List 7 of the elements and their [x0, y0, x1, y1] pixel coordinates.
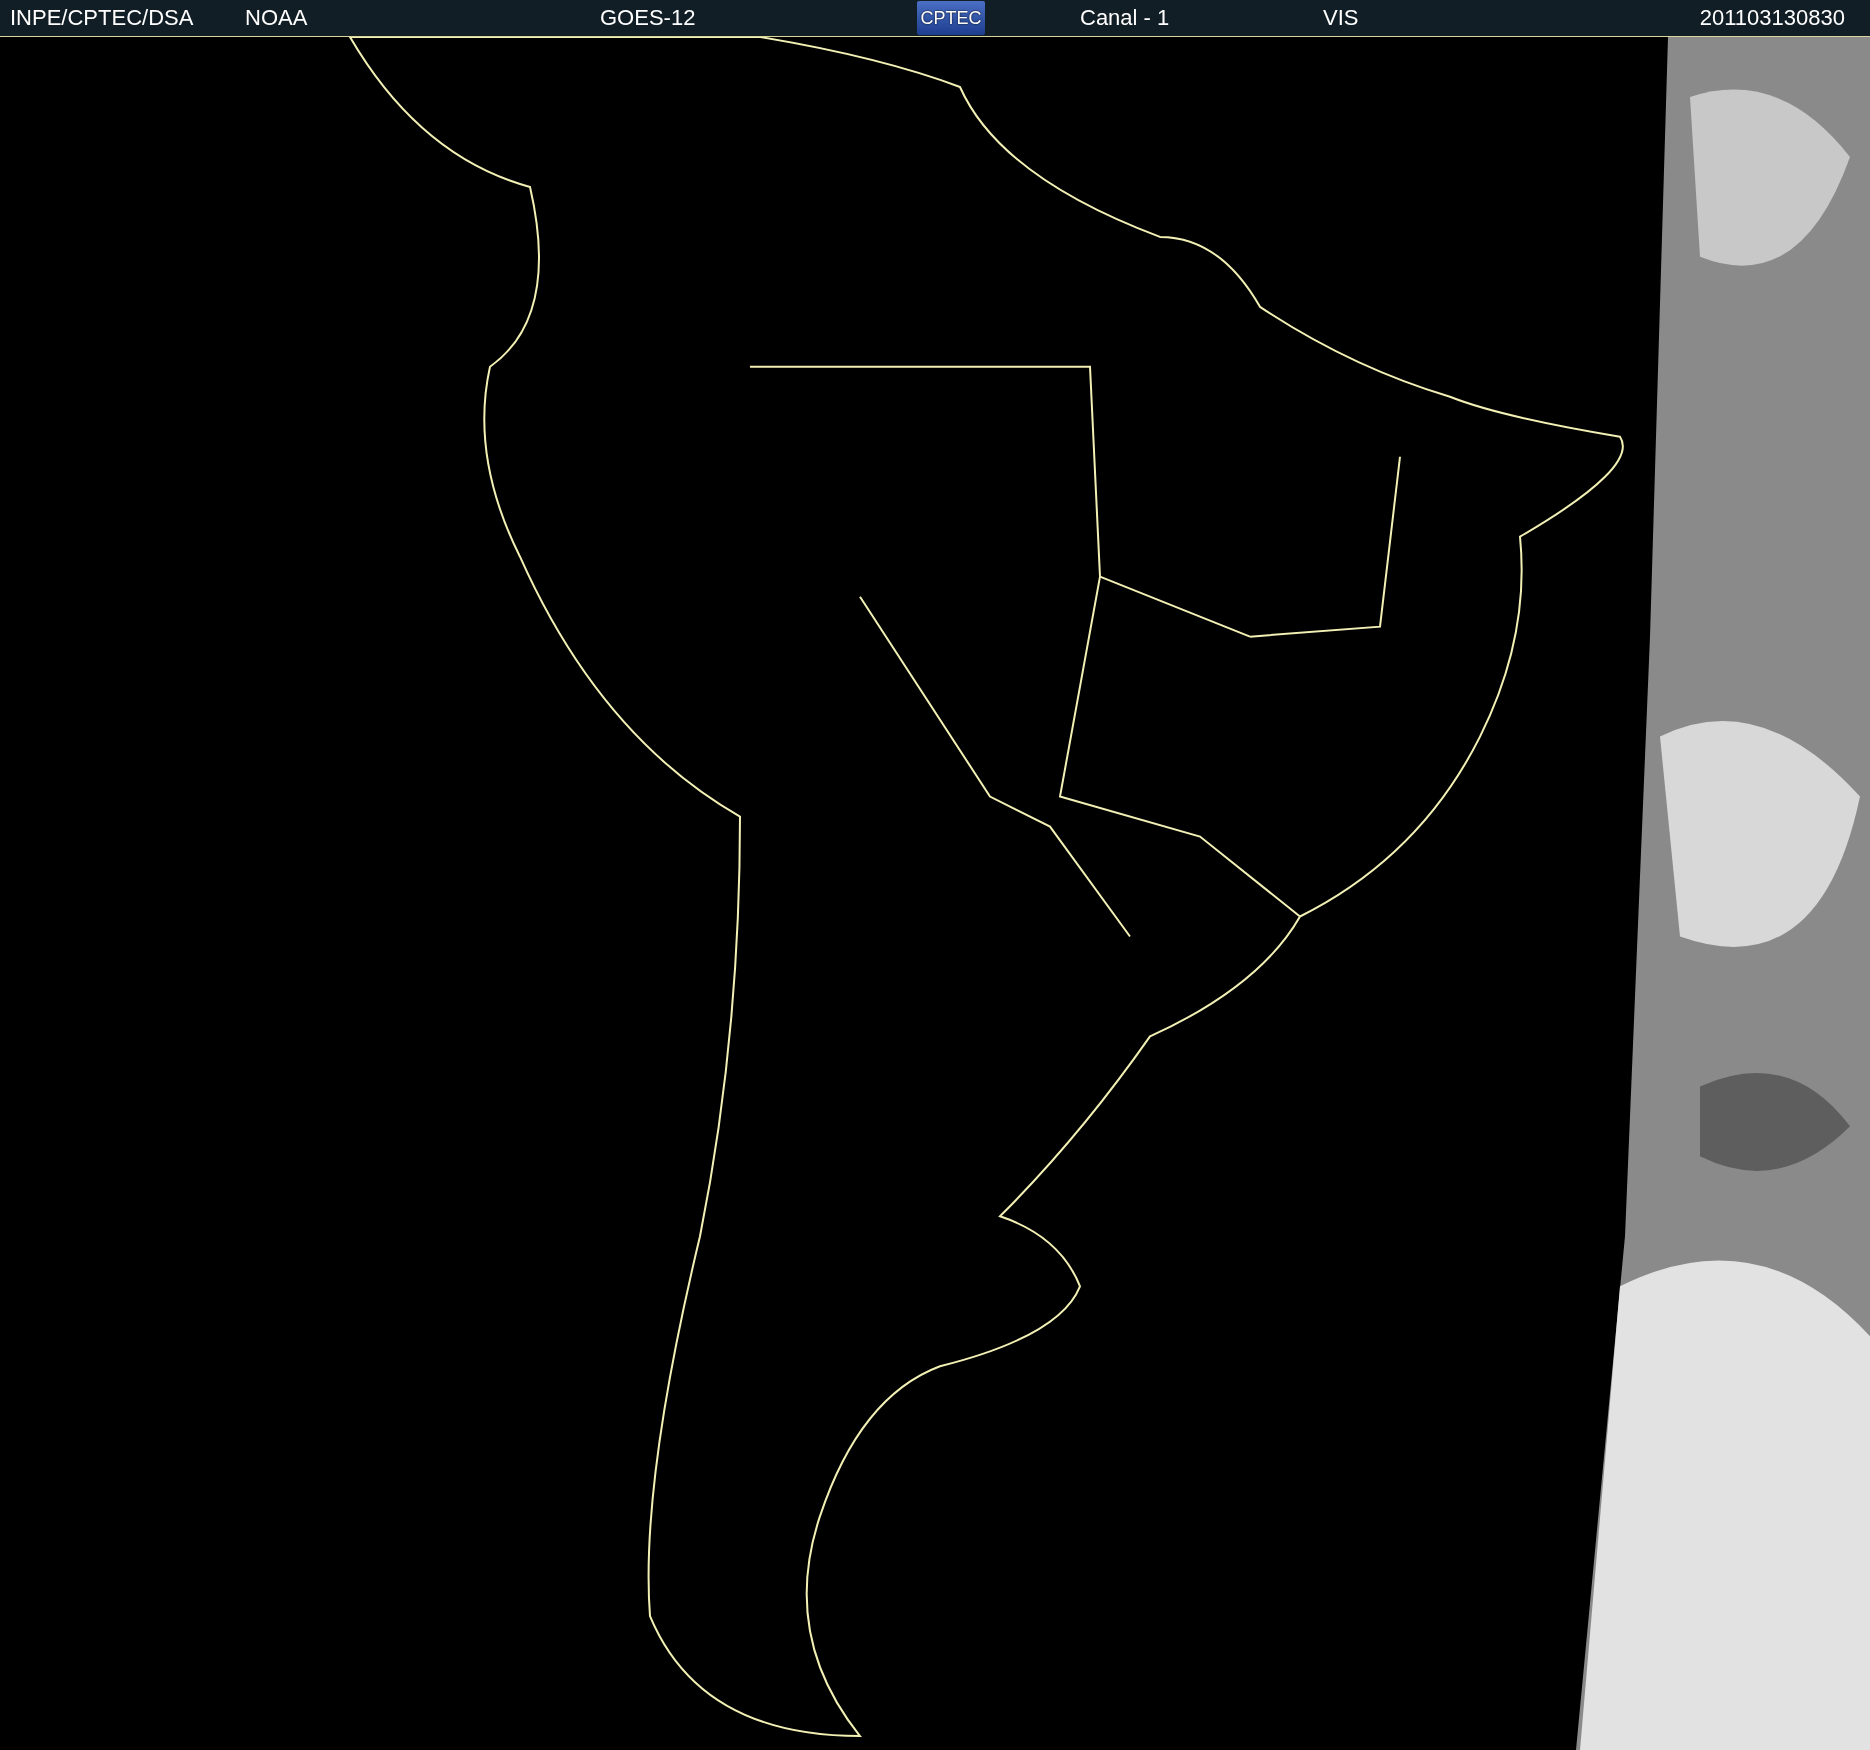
timestamp-label: 201103130830: [1699, 5, 1845, 31]
channel-label: Canal - 1: [1080, 5, 1171, 31]
logo: CPTEC: [917, 1, 985, 35]
institution-label: INPE/CPTEC/DSA: [10, 5, 195, 31]
agency-label: NOAA: [245, 5, 309, 31]
satellite-label: GOES-12: [600, 5, 697, 31]
band-label: VIS: [1323, 5, 1360, 31]
